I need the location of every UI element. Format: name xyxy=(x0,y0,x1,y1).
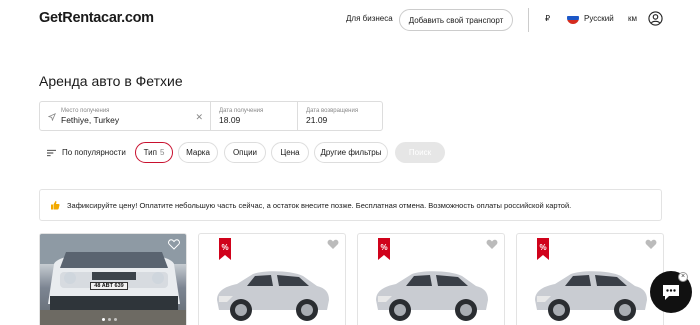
header-divider xyxy=(528,8,529,32)
user-icon[interactable] xyxy=(648,11,663,26)
location-value: Fethiye, Turkey xyxy=(61,115,120,125)
return-value: 21.09 xyxy=(306,115,328,125)
language-label: Русский xyxy=(584,13,614,23)
type-count: 5 xyxy=(159,148,165,157)
svg-text:%: % xyxy=(221,243,228,252)
pickup-date-field[interactable]: Дата получения 18.09 xyxy=(210,102,297,130)
heart-icon[interactable] xyxy=(327,239,339,250)
pickup-value: 18.09 xyxy=(219,115,241,125)
car-card[interactable]: % xyxy=(198,233,346,325)
sort-icon xyxy=(47,149,56,156)
svg-text:%: % xyxy=(380,243,387,252)
page: GetRentacar.com Для бизнеса Добавить сво… xyxy=(0,0,700,325)
add-transport-button[interactable]: Добавить свой транспорт xyxy=(399,9,513,31)
price-filter-chip[interactable]: Цена xyxy=(271,142,309,163)
units-selector[interactable]: км xyxy=(628,14,637,23)
heart-icon[interactable] xyxy=(486,239,498,250)
russia-flag-icon xyxy=(567,12,579,24)
sort-button[interactable]: По популярности xyxy=(39,142,130,163)
car-image xyxy=(535,271,647,321)
heart-icon[interactable] xyxy=(645,239,657,250)
car-image xyxy=(376,271,488,321)
business-link[interactable]: Для бизнеса xyxy=(346,14,393,23)
car-card[interactable]: 48 ABT 639 xyxy=(39,233,187,325)
car-photo xyxy=(40,234,186,325)
page-title: Аренда авто в Фетхие xyxy=(39,73,183,89)
search-button[interactable]: Поиск xyxy=(395,142,445,163)
return-date-field[interactable]: Дата возвращения 21.09 xyxy=(297,102,382,130)
options-filter-chip[interactable]: Опции xyxy=(224,142,266,163)
logo[interactable]: GetRentacar.com xyxy=(39,10,154,26)
chat-bubble-icon xyxy=(663,285,679,300)
car-card[interactable]: % xyxy=(357,233,505,325)
sort-label: По популярности xyxy=(62,148,126,157)
return-label: Дата возвращения xyxy=(306,108,359,114)
thumbs-up-icon xyxy=(51,201,60,210)
search-form: Место получения Fethiye, Turkey ✕ Дата п… xyxy=(39,101,383,131)
svg-text:%: % xyxy=(539,243,546,252)
language-selector[interactable]: Русский xyxy=(567,12,614,24)
type-label: Тип xyxy=(143,148,157,157)
heart-icon[interactable] xyxy=(168,239,180,250)
location-label: Место получения xyxy=(61,108,110,114)
chat-close-icon[interactable]: × xyxy=(678,272,688,282)
car-image xyxy=(217,271,329,321)
photo-dots xyxy=(102,318,117,321)
currency-selector[interactable]: ₽ xyxy=(545,14,550,23)
top-header: GetRentacar.com Для бизнеса Добавить сво… xyxy=(0,0,700,42)
car-card[interactable]: % xyxy=(516,233,664,325)
other-filters-chip[interactable]: Другие фильтры xyxy=(314,142,388,163)
type-filter-chip[interactable]: Тип 5 xyxy=(135,142,173,163)
clear-icon[interactable]: ✕ xyxy=(195,112,203,123)
location-field[interactable]: Место получения Fethiye, Turkey ✕ xyxy=(40,102,210,130)
info-banner: Зафиксируйте цену! Оплатите небольшую ча… xyxy=(39,189,662,221)
location-arrow-icon xyxy=(48,113,56,121)
license-plate: 48 ABT 639 xyxy=(90,282,128,290)
banner-text: Зафиксируйте цену! Оплатите небольшую ча… xyxy=(67,200,572,210)
pickup-label: Дата получения xyxy=(219,108,264,114)
brand-filter-chip[interactable]: Марка xyxy=(178,142,218,163)
